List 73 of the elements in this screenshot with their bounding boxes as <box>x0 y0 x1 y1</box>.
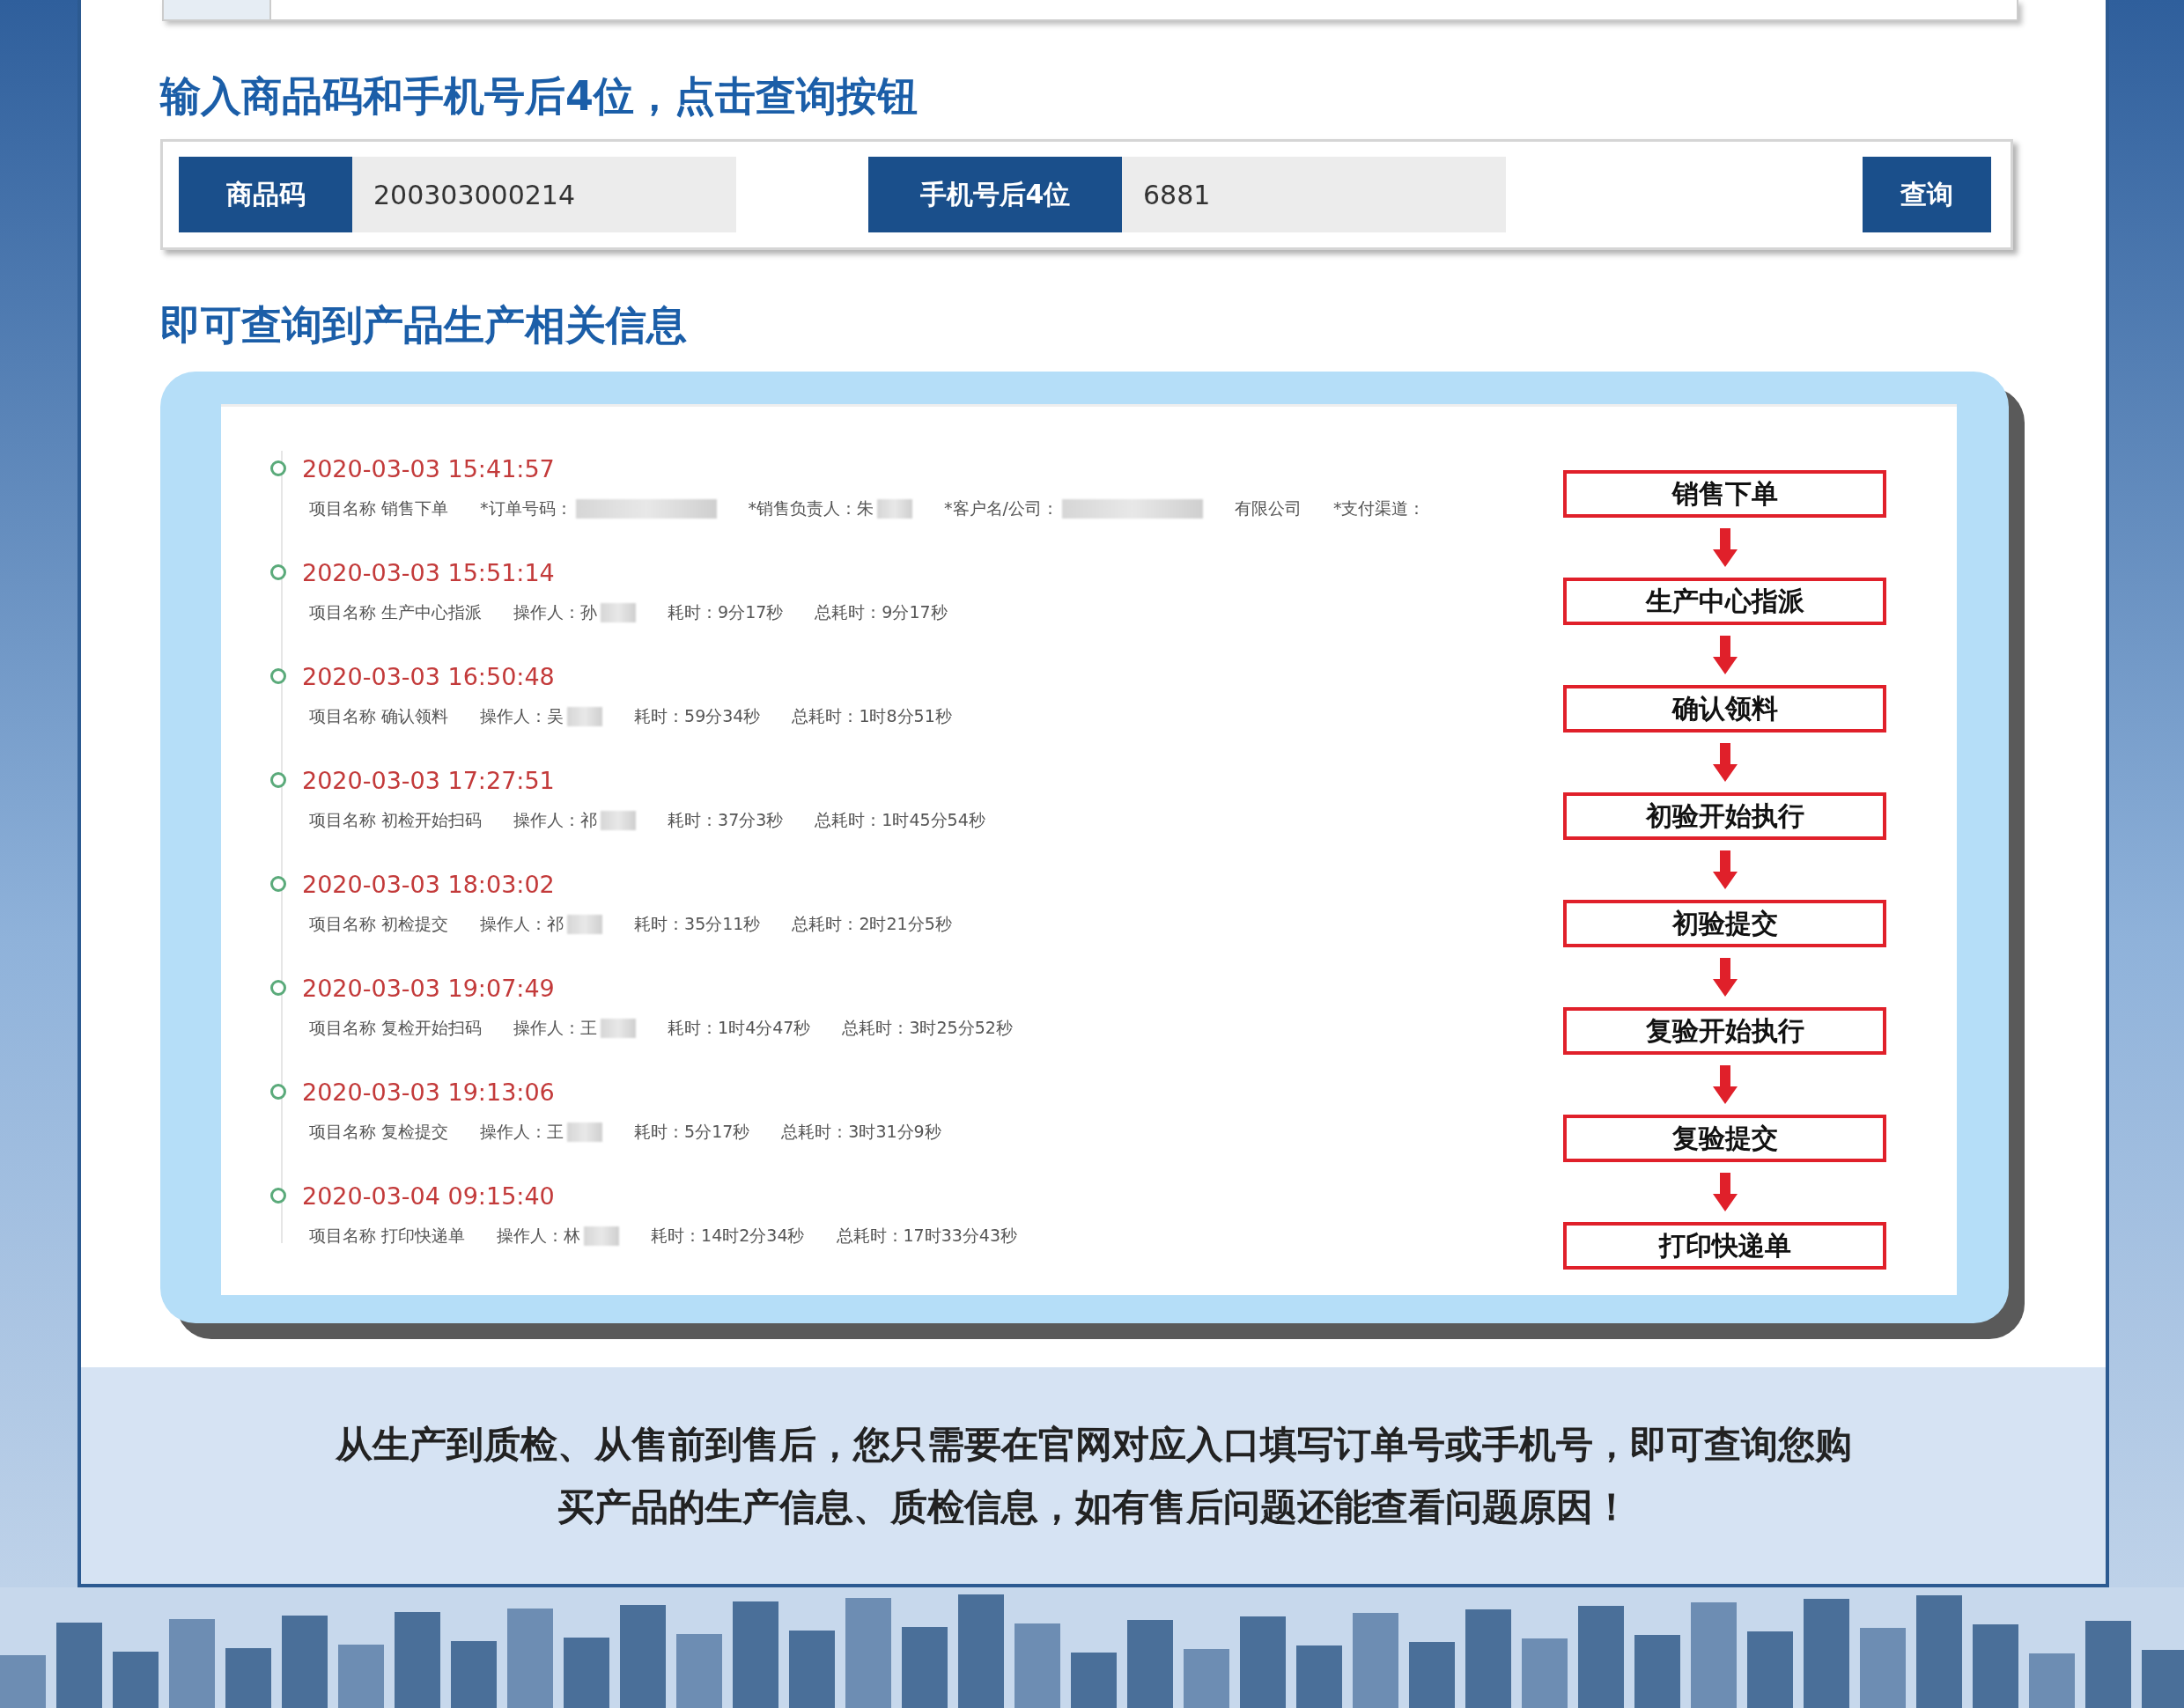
detail-text: 操作人：林 <box>497 1225 581 1247</box>
flow-step: 复验开始执行 <box>1563 1007 1886 1055</box>
detail-text: 项目名称 销售下单 <box>309 497 449 519</box>
field-label: 商品码 <box>179 157 352 232</box>
detail-text: 项目名称 生产中心指派 <box>309 601 483 623</box>
detail-text: 总耗时：3时25分52秒 <box>842 1017 1013 1039</box>
detail-text: 总耗时：3时31分9秒 <box>781 1121 941 1143</box>
timestamp: 2020-03-03 18:03:02 <box>302 870 555 898</box>
timeline-dot-icon <box>270 980 286 996</box>
flow-step: 初验开始执行 <box>1563 792 1886 840</box>
timestamp: 2020-03-03 19:07:49 <box>302 974 555 1002</box>
timeline-dot-icon <box>270 668 286 684</box>
detail-text: 项目名称 初检提交 <box>309 913 449 935</box>
timeline-dot-icon <box>270 1084 286 1100</box>
timestamp: 2020-03-03 16:50:48 <box>302 662 555 690</box>
detail-text: 操作人：吴 <box>480 705 564 727</box>
detail-text: *支付渠道： <box>1332 497 1426 519</box>
detail-text: 总耗时：1时8分51秒 <box>792 705 952 727</box>
input-field[interactable]: 6881 <box>1122 157 1506 232</box>
detail-text: 耗时：37分3秒 <box>668 809 784 831</box>
timeline-dot-icon <box>270 460 286 476</box>
section-heading: 输入商品码和手机号后4位，点击查询按钮 <box>160 76 919 116</box>
footer-text: 从生产到质检、从售前到售后，您只需要在官网对应入口填写订单号或手机号，即可查询您购 买产品的生产信息、质检信息，如有售后问题还能查看问题原因！ <box>335 1422 1852 1530</box>
timestamp: 2020-03-04 09:15:40 <box>302 1182 555 1210</box>
detail-text: 耗时：59分34秒 <box>634 705 761 727</box>
detail-text: 耗时：1时4分47秒 <box>668 1017 811 1039</box>
timestamp: 2020-03-03 15:51:14 <box>302 558 555 586</box>
timestamp: 2020-03-03 19:13:06 <box>302 1078 555 1106</box>
detail-text: 项目名称 打印快递单 <box>309 1225 466 1247</box>
detail-text: 耗时：35分11秒 <box>634 913 761 935</box>
flow-step: 复验提交 <box>1563 1115 1886 1162</box>
down-arrow-icon <box>1712 1065 1738 1104</box>
down-arrow-icon <box>1712 636 1738 674</box>
detail-text: 操作人：祁 <box>480 913 564 935</box>
detail-text: 操作人：王 <box>480 1121 564 1143</box>
detail-text: 耗时：5分17秒 <box>634 1121 750 1143</box>
detail-text: 有限公司 <box>1234 497 1302 519</box>
timeline-dot-icon <box>270 1188 286 1204</box>
input-field[interactable]: 200303000214 <box>352 157 736 232</box>
detail-text: 总耗时：17时33分43秒 <box>836 1225 1018 1247</box>
detail-text: 总耗时：2时21分5秒 <box>792 913 952 935</box>
detail-text: 总耗时：9分17秒 <box>815 601 948 623</box>
timestamp: 2020-03-03 15:41:57 <box>302 454 555 482</box>
detail-text: 操作人：祁 <box>513 809 598 831</box>
down-arrow-icon <box>1712 850 1738 889</box>
timeline-dot-icon <box>270 564 286 580</box>
down-arrow-icon <box>1712 1173 1738 1211</box>
flow-step: 初验提交 <box>1563 900 1886 947</box>
timestamp: 2020-03-03 17:27:51 <box>302 766 555 794</box>
detail-text: *销售负责人：朱 <box>748 497 874 519</box>
detail-text: 项目名称 确认领料 <box>309 705 449 727</box>
flow-step: 销售下单 <box>1563 470 1886 518</box>
timeline-dot-icon <box>270 772 286 788</box>
down-arrow-icon <box>1712 528 1738 567</box>
detail-text: 项目名称 初检开始扫码 <box>309 809 483 831</box>
down-arrow-icon <box>1712 743 1738 782</box>
detail-text: 耗时：9分17秒 <box>668 601 784 623</box>
query-button[interactable]: 查询 <box>1863 157 1991 232</box>
detail-text: *订单号码： <box>480 497 572 519</box>
field-label: 手机号后4位 <box>868 157 1122 232</box>
detail-text: 操作人：王 <box>513 1017 598 1039</box>
detail-text: 操作人：孙 <box>513 601 598 623</box>
detail-text: 项目名称 复检开始扫码 <box>309 1017 483 1039</box>
detail-text: 耗时：14时2分34秒 <box>651 1225 805 1247</box>
detail-text: 总耗时：1时45分54秒 <box>815 809 985 831</box>
down-arrow-icon <box>1712 958 1738 997</box>
flow-step: 打印快递单 <box>1563 1222 1886 1270</box>
detail-text: 项目名称 复检提交 <box>309 1121 449 1143</box>
timeline-dot-icon <box>270 876 286 892</box>
detail-text: *客户名/公司： <box>944 497 1059 519</box>
section-heading: 即可查询到产品生产相关信息 <box>160 305 688 345</box>
flow-step: 确认领料 <box>1563 685 1886 733</box>
flow-step: 生产中心指派 <box>1563 578 1886 625</box>
